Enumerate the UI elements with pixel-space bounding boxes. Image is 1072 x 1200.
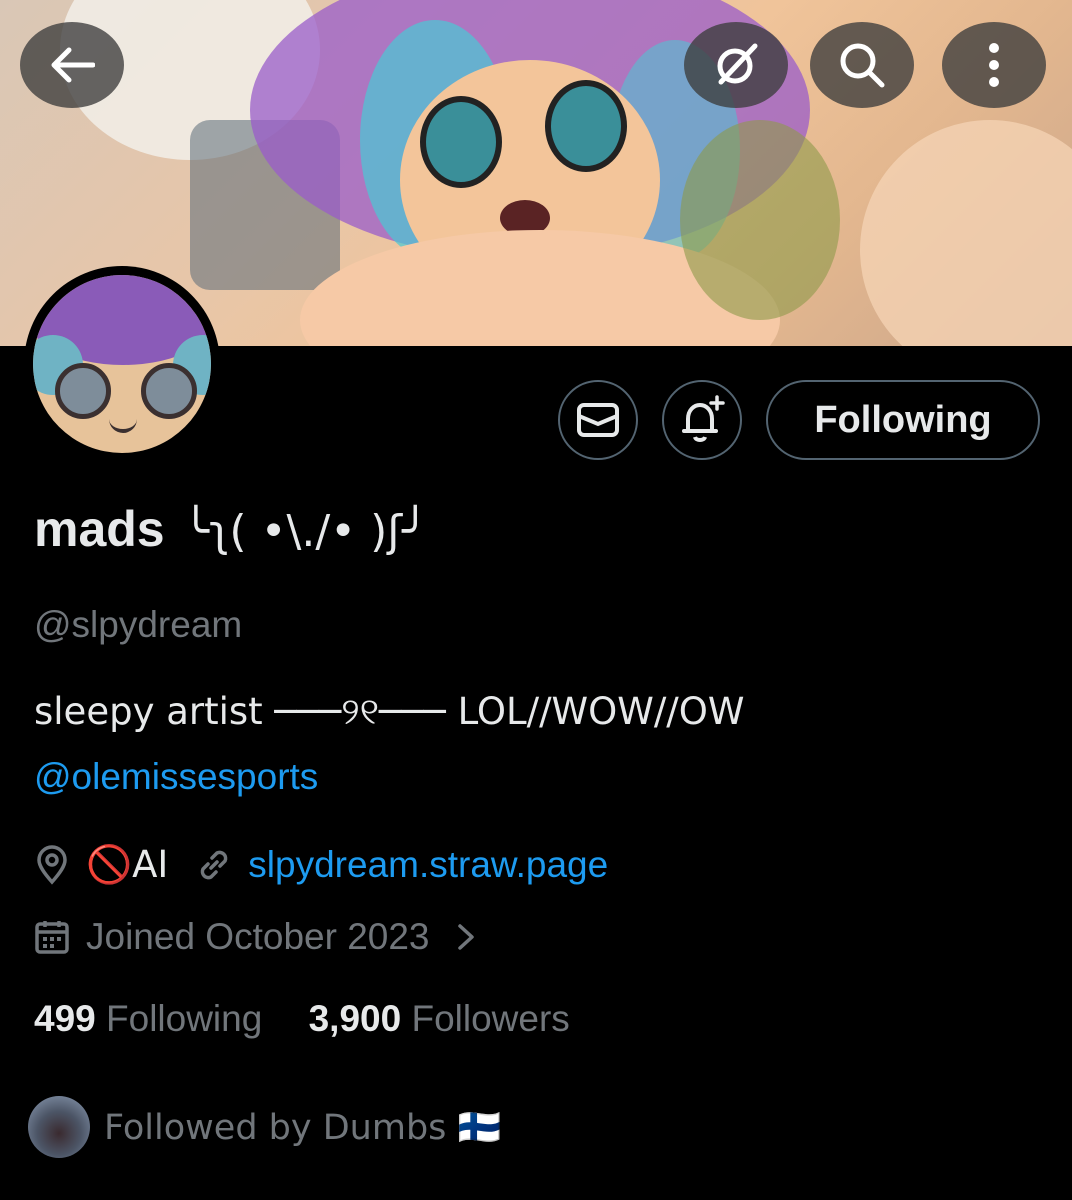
following-count-link[interactable]: 499 Following [34,998,262,1039]
follow-counts: 499 Following 3,900 Followers [34,998,570,1040]
follower-avatar [28,1096,90,1158]
user-handle: @slpydream [34,604,243,645]
grok-button[interactable] [684,22,788,108]
message-button[interactable] [558,380,638,460]
joined-row[interactable]: Joined October 2023 [34,912,478,962]
search-icon [840,43,885,88]
display-name: mads ╰ʅ( •\./• )ʃ╯ [34,500,429,558]
followers-label: Followers [411,998,570,1039]
joined-text: Joined October 2023 [86,916,430,957]
display-name-text: mads [34,501,165,557]
search-button[interactable] [810,22,914,108]
followers-count-link[interactable]: 3,900 Followers [309,998,570,1039]
following-button[interactable]: Following [766,380,1040,460]
bio-mention-link[interactable]: @olemissesports [34,756,318,798]
more-vertical-icon [989,43,999,87]
notifications-button[interactable] [662,380,742,460]
location-text: 🚫AI [86,843,169,886]
profile-meta-row: 🚫AI slpydream.straw.page [34,840,608,890]
location-pin-icon [37,845,67,885]
display-name-kaomoji: ╰ʅ( •\./• )ʃ╯ [182,506,429,557]
profile-avatar[interactable] [24,266,220,462]
calendar-icon [35,921,69,954]
following-label: Following [106,998,263,1039]
grok-icon [717,43,758,85]
back-arrow-icon [51,47,95,83]
bio-text: sleepy artist ───୨୧─── LOL//WOW//OW [34,690,745,733]
followed-by-text: Followed by Dumbs 🇫🇮 [104,1107,502,1148]
link-icon [201,850,228,880]
avatar-image [33,275,211,453]
chevron-right-icon [457,924,474,950]
website-link[interactable]: slpydream.straw.page [248,844,608,886]
followed-by-row[interactable]: Followed by Dumbs 🇫🇮 [28,1096,501,1158]
followers-count: 3,900 [308,998,402,1039]
following-count: 499 [34,998,96,1039]
envelope-icon [577,403,619,437]
more-button[interactable] [942,22,1046,108]
back-button[interactable] [20,22,124,108]
bell-plus-icon [682,395,725,442]
